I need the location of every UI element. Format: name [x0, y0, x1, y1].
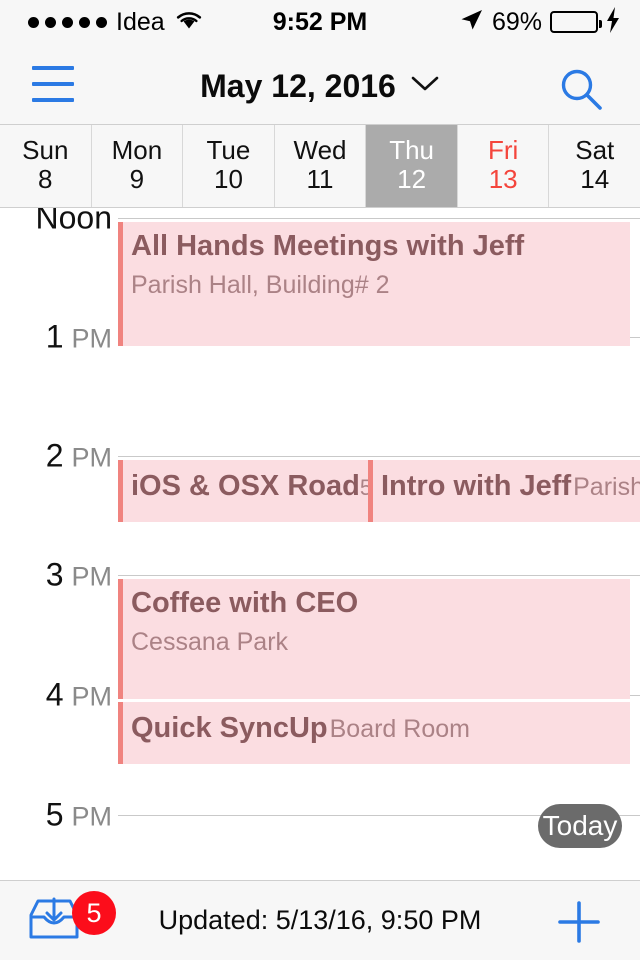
- day-timeline: Noon 1 PM 2 PM 3 PM 4 PM 5 PM All Hands Meetings wi…: [0, 208, 640, 880]
- last-updated-label: Updated: 5/13/16, 9:50 PM: [158, 905, 482, 935]
- hour-number: 3: [45, 556, 64, 593]
- day-name-label: Mon: [111, 135, 163, 166]
- hour-label: 3 PM: [0, 557, 112, 594]
- event-title: All Hands Meetings with Jeff: [131, 230, 525, 262]
- event-title: Coffee with CEO: [131, 587, 359, 619]
- location-arrow-icon: [458, 7, 484, 38]
- day-cell-sun-8[interactable]: Sun 8: [0, 125, 92, 207]
- hour-number: Noon: [35, 208, 113, 236]
- day-number-label: 14: [580, 164, 610, 195]
- day-cell-fri-13[interactable]: Fri 13: [458, 125, 550, 207]
- hour-suffix: PM: [71, 323, 113, 354]
- hour-number: 4: [45, 676, 64, 713]
- calendar-day-view-screen: Idea 9:52 PM 69% May 12, 2016 Sun 8 Mon …: [0, 0, 640, 960]
- day-number-label: 9: [129, 164, 145, 195]
- event-title: Quick SyncUp: [131, 712, 328, 744]
- day-cell-tue-10[interactable]: Tue 10: [183, 125, 275, 207]
- hour-label: 5 PM: [0, 797, 112, 834]
- day-name-label: Wed: [293, 135, 347, 166]
- day-number-label: 11: [306, 164, 334, 195]
- event-title: Intro with Jeff: [381, 470, 572, 502]
- hour-number: 1: [45, 318, 64, 355]
- hour-label: 2 PM: [0, 438, 112, 475]
- hour-row: 3 PM: [0, 557, 640, 593]
- status-bar-right: 69%: [458, 6, 620, 38]
- hour-suffix: PM: [71, 681, 113, 712]
- week-day-strip: Sun 8 Mon 9 Tue 10 Wed 11 Thu 12 Fri 13 Sat 14: [0, 124, 640, 208]
- day-name-label: Sat: [575, 135, 615, 166]
- hour-row: Noon: [0, 208, 640, 236]
- day-number-label: 13: [488, 164, 518, 195]
- event-location: Parish H: [573, 473, 640, 501]
- hour-suffix: PM: [71, 442, 113, 473]
- plus-icon[interactable]: [554, 897, 604, 952]
- search-icon[interactable]: [558, 66, 604, 117]
- hour-gridline: [118, 218, 640, 219]
- calendar-event[interactable]: All Hands Meetings with Jeff Parish Hall,…: [118, 222, 630, 346]
- day-number-label: 10: [213, 164, 243, 195]
- day-number-label: 8: [38, 164, 53, 195]
- battery-percent-label: 69%: [491, 7, 542, 36]
- bottom-toolbar: 5 Updated: 5/13/16, 9:50 PM: [0, 880, 640, 960]
- hour-gridline: [118, 456, 640, 457]
- hour-number: 5: [45, 796, 64, 833]
- chevron-down-icon: [410, 74, 440, 99]
- hour-label: 1 PM: [0, 319, 112, 356]
- day-cell-sat-14[interactable]: Sat 14: [549, 125, 640, 207]
- date-title-button[interactable]: May 12, 2016: [0, 68, 640, 105]
- day-cell-thu-12[interactable]: Thu 12: [366, 125, 458, 207]
- navigation-bar: May 12, 2016: [0, 44, 640, 124]
- event-location: Board Room: [329, 715, 470, 743]
- event-location: Parish Hall, Building# 2: [131, 271, 390, 299]
- calendar-event[interactable]: Quick SyncUp Board Room: [118, 702, 630, 764]
- calendar-event[interactable]: Intro with JeffParish H: [368, 460, 640, 522]
- day-number-label: 12: [397, 164, 427, 195]
- hour-number: 2: [45, 437, 64, 474]
- day-name-label: Tue: [206, 135, 251, 166]
- hour-gridline: [118, 575, 640, 576]
- day-cell-wed-11[interactable]: Wed 11: [275, 125, 367, 207]
- page-title: May 12, 2016: [200, 68, 396, 104]
- day-name-label: Fri: [488, 135, 519, 166]
- hour-row: 2 PM: [0, 438, 640, 474]
- battery-icon: [550, 11, 602, 33]
- calendar-event[interactable]: iOS & OSX Road5t: [118, 460, 370, 522]
- hour-label: Noon: [0, 208, 113, 237]
- hour-label: 4 PM: [0, 677, 112, 714]
- day-name-label: Sun: [22, 135, 69, 166]
- event-title: iOS & OSX Road: [131, 470, 360, 502]
- calendar-event[interactable]: Coffee with CEO Cessana Park: [118, 579, 630, 699]
- hour-suffix: PM: [71, 561, 113, 592]
- today-button[interactable]: Today: [538, 804, 622, 848]
- status-bar: Idea 9:52 PM 69%: [0, 0, 640, 44]
- event-location: Cessana Park: [131, 628, 289, 656]
- lightning-bolt-icon: [606, 6, 620, 38]
- hour-suffix: PM: [71, 801, 113, 832]
- day-cell-mon-9[interactable]: Mon 9: [92, 125, 184, 207]
- day-name-label: Thu: [389, 135, 434, 166]
